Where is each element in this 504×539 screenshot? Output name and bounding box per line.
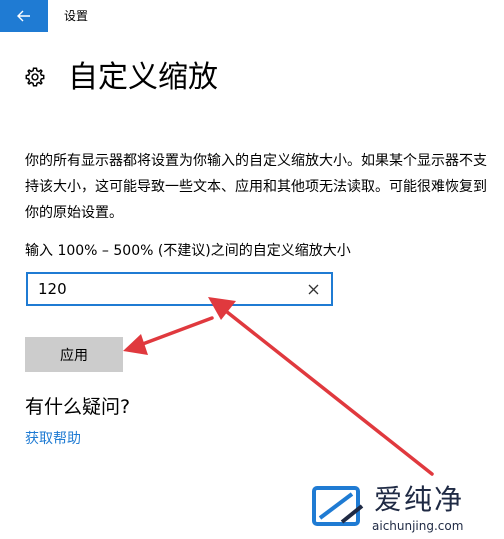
back-arrow-icon bbox=[17, 10, 30, 22]
arrow-to-apply-head bbox=[123, 334, 148, 355]
back-button[interactable] bbox=[0, 0, 48, 32]
apply-button[interactable]: 应用 bbox=[25, 337, 123, 372]
custom-scale-field[interactable] bbox=[26, 272, 333, 306]
arrow-to-input bbox=[220, 306, 434, 476]
get-help-link[interactable]: 获取帮助 bbox=[25, 429, 81, 449]
settings-window: 设置 自定义缩放 你的所有显示器都将设置为你输入的自定义缩放大小。如果某个显示器… bbox=[0, 0, 504, 539]
help-heading: 有什么疑问? bbox=[25, 396, 131, 418]
watermark-logo-icon bbox=[312, 486, 364, 526]
page-title: 自定义缩放 bbox=[68, 60, 218, 95]
warning-description: 你的所有显示器都将设置为你输入的自定义缩放大小。如果某个显示器不支持该大小，这可… bbox=[25, 153, 487, 221]
arrow-to-apply bbox=[138, 316, 214, 347]
scale-input-label: 输入 100% – 500% (不建议)之间的自定义缩放大小 bbox=[25, 243, 351, 259]
window-title: 设置 bbox=[64, 9, 89, 23]
clear-input-button[interactable] bbox=[303, 279, 323, 299]
watermark-url: aichunjing.com bbox=[372, 519, 464, 533]
close-icon bbox=[308, 284, 318, 294]
gear-icon bbox=[25, 67, 45, 87]
custom-scale-input[interactable] bbox=[38, 277, 288, 301]
watermark-brand: 爱纯净 bbox=[374, 483, 465, 516]
site-watermark: 爱纯净 aichunjing.com bbox=[312, 482, 504, 539]
title-bar: 设置 bbox=[0, 0, 504, 32]
